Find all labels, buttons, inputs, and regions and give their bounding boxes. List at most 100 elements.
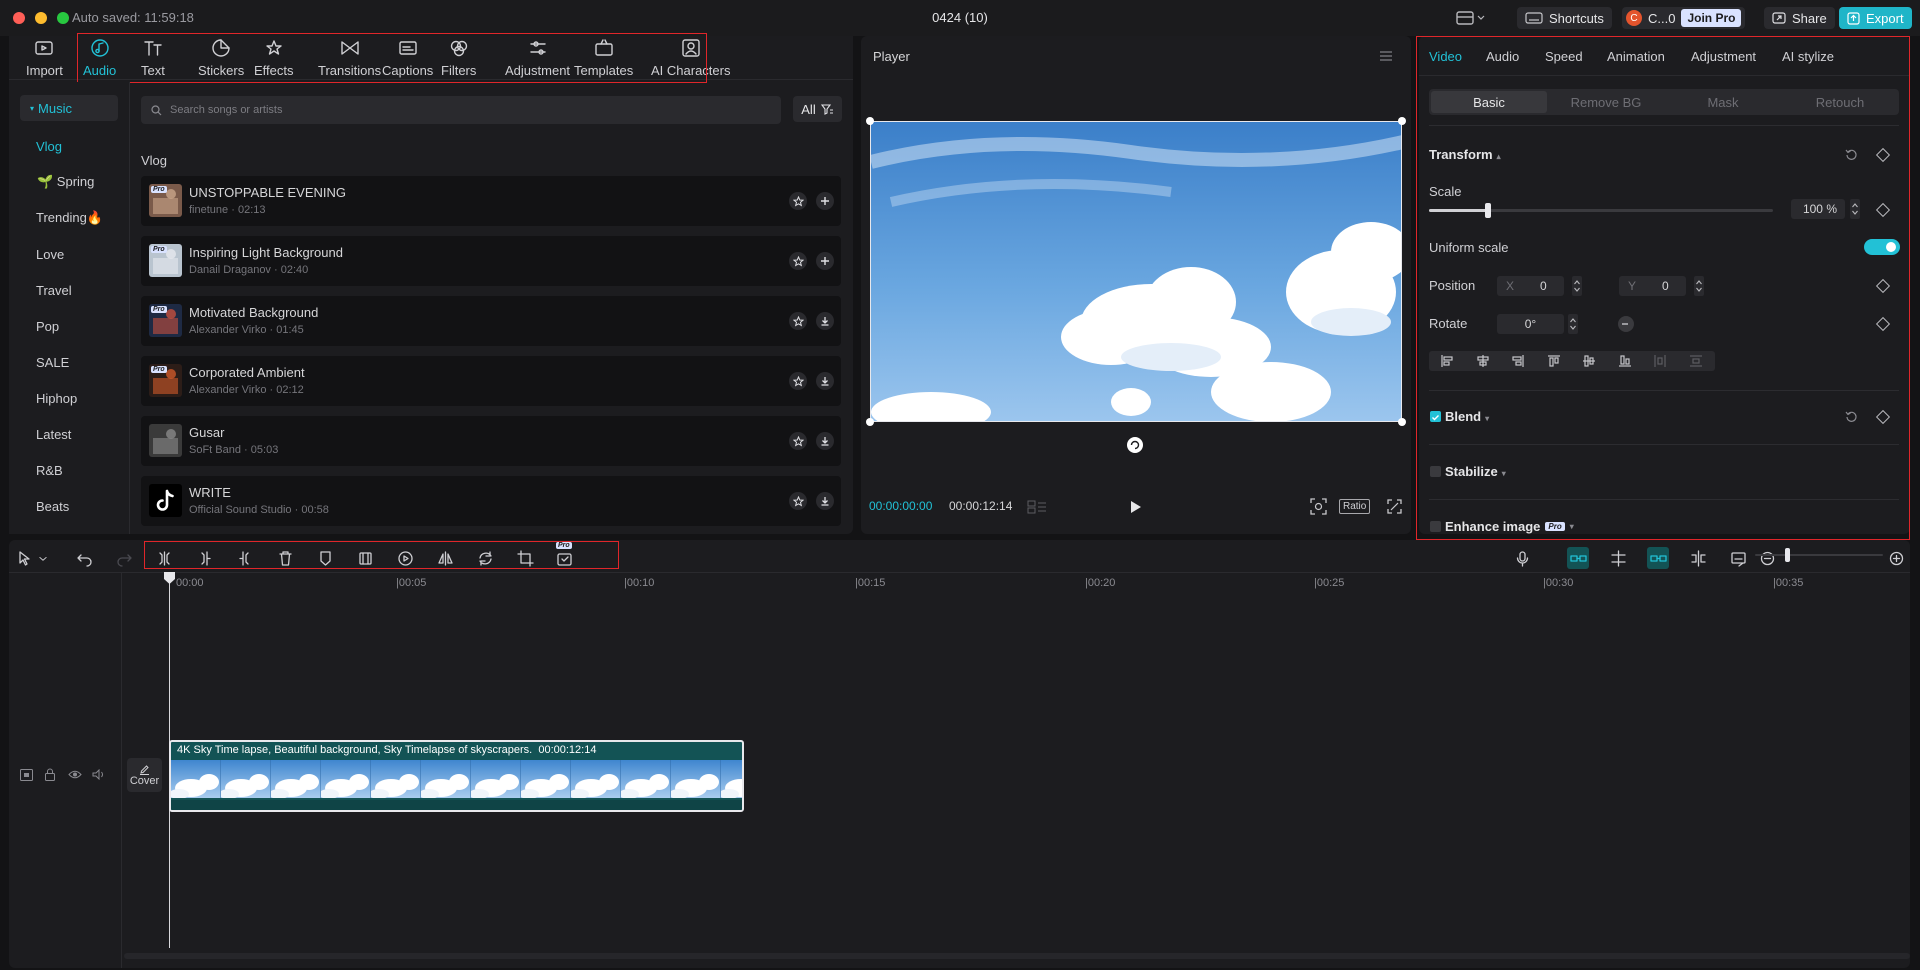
download-button[interactable] (816, 492, 834, 510)
favorite-button[interactable] (789, 372, 807, 390)
song-row[interactable]: Pro Inspiring Light Background Danail Dr… (141, 236, 841, 286)
resize-handle[interactable] (866, 418, 874, 426)
tab-ai-characters[interactable]: AI Characters (651, 38, 730, 78)
zoom-slider[interactable] (1755, 554, 1883, 556)
tab-ai-stylize[interactable]: AI stylize (1782, 49, 1834, 64)
favorite-button[interactable] (789, 432, 807, 450)
category-item[interactable]: Hiphop (20, 385, 118, 411)
resize-handle[interactable] (1398, 418, 1406, 426)
category-item[interactable]: SALE (20, 349, 118, 375)
tab-captions[interactable]: Captions (382, 38, 433, 78)
microphone-button[interactable] (1511, 547, 1533, 569)
tab-speed[interactable]: Speed (1545, 49, 1583, 64)
split-right-button[interactable] (233, 547, 255, 569)
distribute-v-icon[interactable] (1689, 354, 1703, 368)
select-dropdown-button[interactable] (37, 547, 49, 569)
align-top-icon[interactable] (1547, 354, 1561, 368)
enhance-image-checkbox[interactable] (1430, 521, 1441, 532)
category-item[interactable]: Love (20, 241, 118, 267)
category-item[interactable]: Beats (20, 493, 118, 519)
tab-import[interactable]: Import (26, 38, 63, 78)
blend-heading[interactable]: Blend ▾ (1445, 409, 1489, 424)
ai-effect-button[interactable] (553, 547, 575, 569)
subtab-remove-bg[interactable]: Remove BG (1548, 91, 1664, 113)
mirror-button[interactable] (434, 547, 456, 569)
stabilize-checkbox[interactable] (1430, 466, 1441, 477)
song-row[interactable]: Pro UNSTOPPABLE EVENING finetune · 02:13 (141, 176, 841, 226)
favorite-button[interactable] (789, 192, 807, 210)
tab-adjustment[interactable]: Adjustment (1691, 49, 1756, 64)
rotate-dial-icon[interactable] (1617, 315, 1635, 333)
tab-audio[interactable]: Audio (1486, 49, 1519, 64)
timeline-view-icon[interactable] (1027, 500, 1047, 514)
position-y-input[interactable]: Y0 (1619, 276, 1686, 296)
zoom-out-button[interactable] (1756, 547, 1778, 569)
rotate-handle-icon[interactable] (1126, 436, 1144, 454)
favorite-button[interactable] (789, 492, 807, 510)
maximize-window-button[interactable] (57, 12, 69, 24)
blend-checkbox[interactable] (1430, 411, 1441, 422)
tab-animation[interactable]: Animation (1607, 49, 1665, 64)
transform-heading[interactable]: Transform ▴ (1429, 147, 1501, 162)
eye-icon[interactable] (68, 769, 82, 780)
song-row[interactable]: WRITE Official Sound Studio · 00:58 (141, 476, 841, 526)
cover-button[interactable]: Cover (127, 758, 162, 792)
split-button[interactable] (153, 547, 175, 569)
download-button[interactable] (816, 432, 834, 450)
category-item[interactable]: Pop (20, 313, 118, 339)
redo-button[interactable] (113, 547, 135, 569)
tab-templates[interactable]: Templates (574, 38, 633, 78)
shortcuts-button[interactable]: Shortcuts (1517, 7, 1612, 29)
join-pro-button[interactable]: Join Pro (1681, 9, 1742, 27)
stabilize-heading[interactable]: Stabilize ▾ (1445, 464, 1506, 479)
scale-slider[interactable] (1429, 203, 1773, 218)
fullscreen-icon[interactable] (1387, 499, 1402, 514)
close-window-button[interactable] (13, 12, 25, 24)
song-row[interactable]: Gusar SoFt Band · 05:03 (141, 416, 841, 466)
split-left-button[interactable] (194, 547, 216, 569)
main-track-magnet-button[interactable] (1567, 547, 1589, 569)
distribute-h-icon[interactable] (1653, 354, 1667, 368)
player-menu-icon[interactable] (1379, 50, 1393, 62)
tab-filters[interactable]: Filters (441, 38, 476, 78)
speed-button[interactable] (394, 547, 416, 569)
play-button[interactable] (1129, 500, 1142, 514)
reset-icon[interactable] (1845, 410, 1858, 423)
song-row[interactable]: Pro Corporated Ambient Alexander Virko ·… (141, 356, 841, 406)
marker-button[interactable] (314, 547, 336, 569)
speaker-icon[interactable] (92, 769, 106, 780)
tab-video[interactable]: Video (1429, 49, 1462, 64)
enhance-image-heading[interactable]: Enhance image Pro ▾ (1445, 519, 1574, 534)
tab-transitions[interactable]: Transitions (318, 38, 381, 78)
ratio-button[interactable]: Ratio (1339, 499, 1371, 514)
tab-text[interactable]: Text (141, 38, 165, 78)
uniform-scale-toggle[interactable] (1864, 239, 1900, 255)
add-to-timeline-button[interactable] (816, 192, 834, 210)
zoom-slider-thumb[interactable] (1785, 548, 1790, 562)
category-item[interactable]: Trending🔥 (20, 205, 118, 231)
position-y-stepper[interactable] (1694, 276, 1704, 296)
video-clip[interactable]: 4K Sky Time lapse, Beautiful background,… (169, 740, 744, 812)
minimize-window-button[interactable] (35, 12, 47, 24)
filter-button[interactable]: All (793, 96, 842, 122)
crop-button[interactable] (514, 547, 536, 569)
subtab-mask[interactable]: Mask (1665, 91, 1781, 113)
scale-slider-thumb[interactable] (1485, 203, 1492, 218)
fit-view-icon[interactable] (1310, 498, 1327, 515)
timeline-scrollbar[interactable] (124, 953, 1910, 959)
select-tool-button[interactable] (14, 547, 36, 569)
category-item[interactable]: R&B (20, 457, 118, 483)
subtab-basic[interactable]: Basic (1431, 91, 1547, 113)
download-button[interactable] (816, 372, 834, 390)
reset-icon[interactable] (1845, 148, 1858, 161)
align-bottom-icon[interactable] (1618, 354, 1632, 368)
share-button[interactable]: Share (1764, 7, 1835, 29)
zoom-in-button[interactable] (1885, 547, 1907, 569)
align-left-icon[interactable] (1440, 354, 1454, 368)
align-center-h-icon[interactable] (1476, 354, 1490, 368)
tab-effects[interactable]: Effects (254, 38, 294, 78)
song-row[interactable]: Pro Motivated Background Alexander Virko… (141, 296, 841, 346)
subtab-retouch[interactable]: Retouch (1782, 91, 1898, 113)
scale-input[interactable]: 100 % (1791, 199, 1845, 219)
rotate-stepper[interactable] (1568, 314, 1578, 334)
